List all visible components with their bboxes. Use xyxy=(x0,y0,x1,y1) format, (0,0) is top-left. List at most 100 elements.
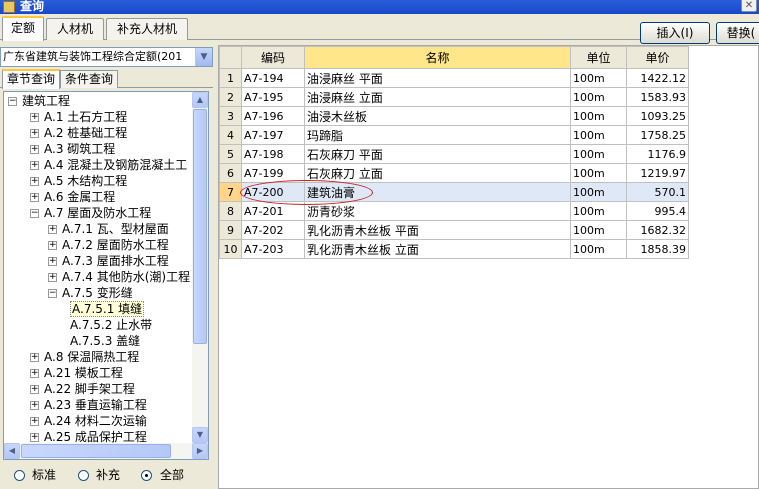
header-code[interactable]: 编码 xyxy=(241,46,305,69)
cell-code[interactable]: A7-203 xyxy=(241,239,305,259)
row-number[interactable]: 3 xyxy=(219,106,242,126)
cell-price[interactable]: 1682.32 xyxy=(626,220,689,240)
cell-price[interactable]: 1093.25 xyxy=(626,106,689,126)
cell-unit[interactable]: 100m xyxy=(570,87,627,107)
scroll-thumb[interactable] xyxy=(193,109,207,344)
expand-icon[interactable]: + xyxy=(30,417,39,426)
expand-icon[interactable]: + xyxy=(48,225,57,234)
cell-unit[interactable]: 100m xyxy=(570,201,627,221)
expand-icon[interactable]: + xyxy=(30,369,39,378)
tab-chapter-query[interactable]: 章节查询 xyxy=(2,69,61,89)
scroll-up-icon[interactable]: ▲ xyxy=(192,92,208,108)
expand-icon[interactable]: + xyxy=(30,177,39,186)
row-number[interactable]: 9 xyxy=(219,220,242,240)
tree-vertical-scrollbar[interactable]: ▲ ▼ xyxy=(192,92,208,443)
cell-code[interactable]: A7-201 xyxy=(241,201,305,221)
scroll-right-icon[interactable]: ▶ xyxy=(192,443,208,459)
tab-condition-query[interactable]: 条件查询 xyxy=(60,70,119,88)
radio-all[interactable] xyxy=(141,470,152,481)
horizontal-scroll-thumb[interactable] xyxy=(21,444,171,458)
expand-icon[interactable]: + xyxy=(30,385,39,394)
table-row[interactable]: 6 A7-199 石灰麻刀 立面 100m 1219.97 xyxy=(219,163,689,183)
cell-unit[interactable]: 100m xyxy=(570,182,627,202)
table-row[interactable]: 3 A7-196 油浸木丝板 100m 1093.25 xyxy=(219,106,689,126)
row-number[interactable]: 2 xyxy=(219,87,242,107)
cell-price[interactable]: 1583.93 xyxy=(626,87,689,107)
expand-icon[interactable]: + xyxy=(30,145,39,154)
cell-code[interactable]: A7-198 xyxy=(241,144,305,164)
expand-icon[interactable]: + xyxy=(30,401,39,410)
table-row[interactable]: 4 A7-197 玛蹄脂 100m 1758.25 xyxy=(219,125,689,145)
tab-quota[interactable]: 定额 xyxy=(2,16,44,41)
cell-name[interactable]: 玛蹄脂 xyxy=(304,125,571,145)
cell-unit[interactable]: 100m xyxy=(570,239,627,259)
row-number[interactable]: 7 xyxy=(219,182,242,202)
cell-price[interactable]: 1858.39 xyxy=(626,239,689,259)
cell-unit[interactable]: 100m xyxy=(570,106,627,126)
header-unit[interactable]: 单位 xyxy=(570,46,627,69)
quota-library-select[interactable]: 广东省建筑与装饰工程综合定额(201 ▼ xyxy=(0,47,213,67)
scroll-left-icon[interactable]: ◀ xyxy=(4,443,20,459)
table-row[interactable]: 5 A7-198 石灰麻刀 平面 100m 1176.9 xyxy=(219,144,689,164)
cell-code[interactable]: A7-196 xyxy=(241,106,305,126)
cell-price[interactable]: 995.4 xyxy=(626,201,689,221)
expand-icon[interactable]: + xyxy=(30,113,39,122)
table-row[interactable]: 2 A7-195 油浸麻丝 立面 100m 1583.93 xyxy=(219,87,689,107)
row-number[interactable]: 5 xyxy=(219,144,242,164)
cell-name[interactable]: 乳化沥青木丝板 立面 xyxy=(304,239,571,259)
expand-icon[interactable]: + xyxy=(48,273,57,282)
cell-unit[interactable]: 100m xyxy=(570,68,627,88)
close-icon[interactable]: ✕ xyxy=(741,0,757,12)
cell-code[interactable]: A7-194 xyxy=(241,68,305,88)
cell-code[interactable]: A7-200 xyxy=(241,182,305,202)
cell-code[interactable]: A7-197 xyxy=(241,125,305,145)
cell-name[interactable]: 沥青砂浆 xyxy=(304,201,571,221)
cell-name[interactable]: 油浸麻丝 平面 xyxy=(304,68,571,88)
collapse-icon[interactable]: − xyxy=(30,209,39,218)
row-number[interactable]: 4 xyxy=(219,125,242,145)
cell-price[interactable]: 1758.25 xyxy=(626,125,689,145)
radio-standard[interactable] xyxy=(14,470,25,481)
tab-supplement-materials[interactable]: 补充人材机 xyxy=(106,18,188,40)
cell-name[interactable]: 石灰麻刀 立面 xyxy=(304,163,571,183)
expand-icon[interactable]: + xyxy=(48,241,57,250)
tree-horizontal-scrollbar[interactable]: ◀ ▶ xyxy=(4,443,208,459)
cell-code[interactable]: A7-199 xyxy=(241,163,305,183)
table-row[interactable]: 9 A7-202 乳化沥青木丝板 平面 100m 1682.32 xyxy=(219,220,689,240)
collapse-icon[interactable]: − xyxy=(48,289,57,298)
cell-unit[interactable]: 100m xyxy=(570,163,627,183)
cell-unit[interactable]: 100m xyxy=(570,125,627,145)
cell-name[interactable]: 油浸麻丝 立面 xyxy=(304,87,571,107)
replace-button[interactable]: 替换( xyxy=(716,22,759,44)
row-number[interactable]: 1 xyxy=(219,68,242,88)
chevron-down-icon[interactable]: ▼ xyxy=(195,48,212,66)
cell-price[interactable]: 570.1 xyxy=(626,182,689,202)
expand-icon[interactable]: + xyxy=(30,353,39,362)
cell-code[interactable]: A7-195 xyxy=(241,87,305,107)
header-price[interactable]: 单价 xyxy=(626,46,689,69)
table-row[interactable]: 10 A7-203 乳化沥青木丝板 立面 100m 1858.39 xyxy=(219,239,689,259)
collapse-icon[interactable]: − xyxy=(8,97,17,106)
header-name[interactable]: 名称 xyxy=(304,46,571,69)
cell-unit[interactable]: 100m xyxy=(570,144,627,164)
expand-icon[interactable]: + xyxy=(30,433,39,442)
tab-materials[interactable]: 人材机 xyxy=(46,18,104,40)
expand-icon[interactable]: + xyxy=(48,257,57,266)
cell-code[interactable]: A7-202 xyxy=(241,220,305,240)
scroll-down-icon[interactable]: ▼ xyxy=(192,427,208,443)
cell-price[interactable]: 1219.97 xyxy=(626,163,689,183)
insert-button[interactable]: 插入(I) xyxy=(640,22,710,44)
radio-supplement[interactable] xyxy=(78,470,89,481)
row-number[interactable]: 6 xyxy=(219,163,242,183)
cell-price[interactable]: 1176.9 xyxy=(626,144,689,164)
cell-price[interactable]: 1422.12 xyxy=(626,68,689,88)
table-row[interactable]: 8 A7-201 沥青砂浆 100m 995.4 xyxy=(219,201,689,221)
cell-unit[interactable]: 100m xyxy=(570,220,627,240)
cell-name[interactable]: 乳化沥青木丝板 平面 xyxy=(304,220,571,240)
row-number[interactable]: 10 xyxy=(219,239,242,259)
expand-icon[interactable]: + xyxy=(30,161,39,170)
table-row[interactable]: 7 A7-200 建筑油膏 100m 570.1 xyxy=(219,182,689,202)
expand-icon[interactable]: + xyxy=(30,193,39,202)
cell-name[interactable]: 建筑油膏 xyxy=(304,182,571,202)
row-number[interactable]: 8 xyxy=(219,201,242,221)
